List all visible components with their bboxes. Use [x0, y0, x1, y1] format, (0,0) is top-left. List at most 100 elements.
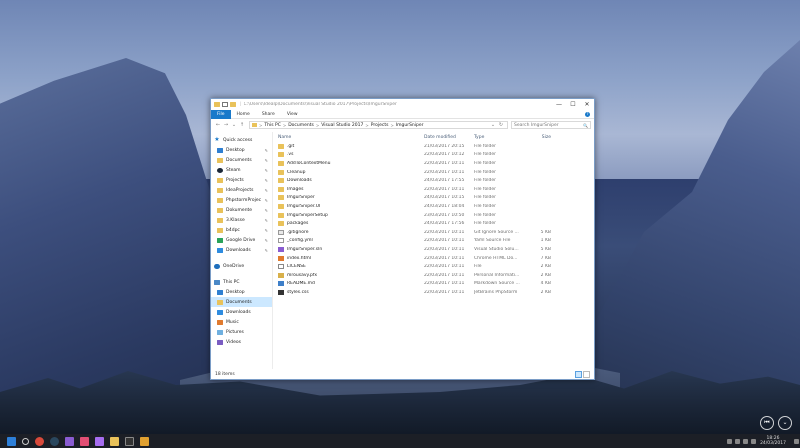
sidebar-item-phpstormprojec[interactable]: PhpstormProjec ✎	[211, 195, 272, 205]
breadcrumb-projects[interactable]: Projects	[371, 123, 389, 128]
app-icon[interactable]	[140, 436, 149, 446]
file-row[interactable]: .gitignore 22/03/2017 10:11 Git Ignore Sou…	[273, 228, 594, 237]
start-button[interactable]	[7, 436, 16, 446]
large-icons-view-button[interactable]	[583, 370, 590, 378]
file-row[interactable]: ImgurSniper.UI 24/03/2017 18:04 File folde…	[273, 202, 594, 211]
volume-icon[interactable]	[742, 438, 748, 444]
address-bar[interactable]: > This PC > Documents > Visual Studio 20…	[249, 121, 508, 129]
file-row[interactable]: ImgurSniper.sln 22/03/2017 10:11 Visual St…	[273, 245, 594, 254]
sidebar-item-google-drive[interactable]: Google Drive ✎	[211, 235, 272, 245]
tab-view[interactable]: View	[281, 110, 304, 119]
title-bar[interactable]: | C:\Users\Idealp\Documents\Visual Studi…	[211, 99, 594, 110]
clock[interactable]: 18:26 24/03/2017	[760, 436, 786, 446]
sidebar-item-music[interactable]: Music	[211, 317, 272, 327]
pin-icon[interactable]: ✎	[265, 228, 268, 233]
terminal-icon[interactable]	[125, 436, 134, 446]
file-row[interactable]: packages 24/03/2017 17:56 File folder	[273, 219, 594, 228]
breadcrumb-separator[interactable]: >	[365, 123, 368, 128]
file-row[interactable]: styles.css 22/03/2017 10:11 JetBrains PhpS…	[273, 288, 594, 297]
file-row[interactable]: ImgurSniper 24/03/2017 10:15 File folder	[273, 194, 594, 203]
column-header-date[interactable]: Date modified	[424, 135, 474, 140]
expand-button[interactable]: ⌄	[778, 416, 792, 430]
column-header-size[interactable]: Size	[529, 135, 551, 140]
tab-share[interactable]: Share	[256, 110, 281, 119]
nav-this-pc[interactable]: This PC	[211, 277, 272, 287]
file-row[interactable]: Downloads 24/03/2017 17:55 File folder	[273, 176, 594, 185]
back-button[interactable]: ←	[214, 122, 222, 128]
search-input[interactable]: Search ImgurSniper 🔍	[511, 121, 591, 129]
sidebar-item-pictures[interactable]: Pictures	[211, 327, 272, 337]
keyboard-icon[interactable]	[750, 438, 756, 444]
sidebar-item-ideaprojects[interactable]: IdeaProjects ✎	[211, 185, 272, 195]
previous-button[interactable]: ⏮	[760, 416, 774, 430]
phpstorm-icon[interactable]	[95, 436, 104, 446]
sidebar-item-documents[interactable]: Documents ✎	[211, 155, 272, 165]
file-explorer-icon[interactable]	[110, 436, 119, 446]
visual-studio-icon[interactable]	[65, 436, 74, 446]
breadcrumb-documents[interactable]: Documents	[288, 123, 314, 128]
sidebar-item-desktop[interactable]: Desktop ✎	[211, 145, 272, 155]
file-row[interactable]: Images 22/03/2017 10:11 File folder	[273, 185, 594, 194]
pin-icon[interactable]: ✎	[265, 198, 268, 203]
breadcrumb-separator[interactable]: >	[316, 123, 319, 128]
pin-icon[interactable]: ✎	[265, 148, 268, 153]
notifications-icon[interactable]	[793, 438, 799, 444]
file-row[interactable]: mrousavy.pfx 22/03/2017 10:11 Personal Inf…	[273, 271, 594, 280]
tab-file[interactable]: File	[211, 109, 231, 119]
navigation-pane[interactable]: ★ Quick access Desktop ✎ Documents ✎ Steam ✎ P…	[211, 132, 273, 369]
search-icon[interactable]	[22, 437, 29, 445]
sidebar-item-dokumente[interactable]: Dokumente ✎	[211, 205, 272, 215]
sidebar-item-3-klasse[interactable]: 3.Klasse ✎	[211, 215, 272, 225]
steam-icon[interactable]	[50, 436, 59, 446]
close-button[interactable]: ✕	[580, 99, 594, 110]
forward-button[interactable]: →	[222, 122, 230, 128]
file-list-pane[interactable]: Name Date modified Type Size .git 21/03/2…	[273, 132, 594, 369]
network-icon[interactable]	[734, 438, 740, 444]
file-row[interactable]: README.md 22/03/2017 10:11 Markdown Source…	[273, 280, 594, 289]
breadcrumb-separator[interactable]: >	[390, 123, 393, 128]
address-dropdown-icon[interactable]: ⌄	[489, 122, 497, 128]
sidebar-item-b4dpc[interactable]: b4dpc ✎	[211, 225, 272, 235]
file-row[interactable]: index.html 22/03/2017 10:11 Chrome HTML Do…	[273, 254, 594, 263]
sidebar-item-desktop[interactable]: Desktop	[211, 287, 272, 297]
nav-onedrive[interactable]: OneDrive	[211, 261, 272, 271]
file-row[interactable]: ImgurSniperSetup 23/03/2017 10:50 File fol…	[273, 211, 594, 220]
chrome-icon[interactable]	[35, 436, 44, 446]
minimize-button[interactable]: —	[552, 99, 566, 110]
file-row[interactable]: .vs 22/03/2017 10:12 File folder	[273, 151, 594, 160]
breadcrumb-this-pc[interactable]: This PC	[264, 123, 280, 128]
column-header-name[interactable]: Name	[278, 135, 424, 140]
breadcrumb-visual-studio[interactable]: Visual Studio 2017	[321, 123, 363, 128]
new-folder-icon[interactable]	[230, 102, 236, 107]
nav-quick-access[interactable]: ★ Quick access	[211, 135, 272, 145]
help-icon[interactable]: ?	[585, 111, 590, 117]
pin-icon[interactable]: ✎	[265, 168, 268, 173]
chevron-up-icon[interactable]	[726, 438, 732, 444]
refresh-button[interactable]: ↻	[497, 122, 505, 128]
file-row[interactable]: AddToContextMenu 22/03/2017 10:11 File fol…	[273, 159, 594, 168]
sidebar-item-projects[interactable]: Projects ✎	[211, 175, 272, 185]
tab-home[interactable]: Home	[231, 110, 256, 119]
properties-icon[interactable]	[222, 102, 228, 107]
sidebar-item-downloads[interactable]: Downloads	[211, 307, 272, 317]
file-row[interactable]: LICENSE 22/03/2017 10:11 File 2 KB	[273, 262, 594, 271]
pin-icon[interactable]: ✎	[265, 188, 268, 193]
breadcrumb-separator[interactable]: >	[283, 123, 286, 128]
recent-locations-chevron-icon[interactable]: ⌄	[230, 122, 238, 128]
pin-icon[interactable]: ✎	[265, 158, 268, 163]
pin-icon[interactable]: ✎	[265, 208, 268, 213]
pin-icon[interactable]: ✎	[265, 248, 268, 253]
sidebar-item-documents[interactable]: Documents	[211, 297, 272, 307]
file-row[interactable]: Cleanup 22/03/2017 10:11 File folder	[273, 168, 594, 177]
intellij-icon[interactable]	[80, 436, 89, 446]
sidebar-item-steam[interactable]: Steam ✎	[211, 165, 272, 175]
breadcrumb-imgursniper[interactable]: ImgurSniper	[396, 123, 424, 128]
file-row[interactable]: _config.yml 22/03/2017 10:11 Yaml Source F…	[273, 237, 594, 246]
up-button[interactable]: ↑	[238, 122, 246, 128]
pin-icon[interactable]: ✎	[265, 238, 268, 243]
file-row[interactable]: .git 21/03/2017 20:15 File folder	[273, 142, 594, 151]
sidebar-item-downloads[interactable]: Downloads ✎	[211, 245, 272, 255]
sidebar-item-videos[interactable]: Videos	[211, 337, 272, 347]
details-view-button[interactable]	[575, 370, 582, 378]
pin-icon[interactable]: ✎	[265, 218, 268, 223]
